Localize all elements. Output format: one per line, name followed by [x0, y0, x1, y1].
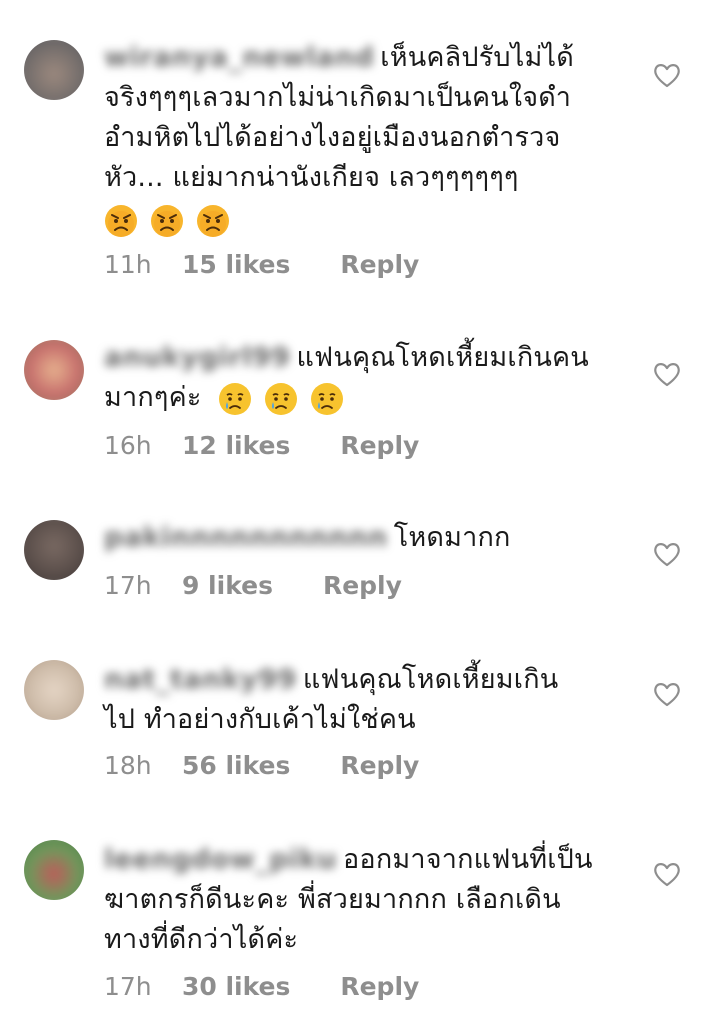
avatar[interactable]: [24, 520, 84, 580]
emoji-row: [218, 382, 344, 416]
reply-button[interactable]: Reply: [340, 751, 419, 780]
crying-face-icon: [265, 382, 298, 415]
comment-meta: 18h 56 likes Reply: [104, 751, 419, 780]
reply-button[interactable]: Reply: [340, 431, 419, 460]
likes-count[interactable]: 9 likes: [182, 571, 273, 600]
comment-time: 18h: [104, 751, 152, 780]
heart-outline-icon[interactable]: [653, 62, 681, 88]
comment-text: nat_tanky99 แฟนคุณโหดเหี้ยมเกิน ไป ทำอย่า…: [104, 660, 624, 740]
comment-text: wiranya_newland เห็นคลิปรับไม่ได้ จริงๆๆๆ…: [104, 38, 624, 238]
heart-outline-icon[interactable]: [653, 361, 681, 387]
comment-meta: 17h 9 likes Reply: [104, 571, 402, 600]
angry-face-icon: [151, 204, 183, 237]
comment-text: pakinnnnnnnnnnn โหดมากก: [104, 518, 624, 558]
comment-username[interactable]: wiranya_newland: [104, 38, 374, 78]
heart-outline-icon[interactable]: [653, 541, 681, 567]
likes-count[interactable]: 56 likes: [182, 751, 290, 780]
comment-meta: 17h 30 likes Reply: [104, 972, 419, 1001]
comment-text: anukygirl99 แฟนคุณโหดเหี้ยมเกินคน มากๆค่ะ: [104, 338, 624, 418]
avatar[interactable]: [24, 840, 84, 900]
reply-button[interactable]: Reply: [323, 571, 402, 600]
comment-username[interactable]: pakinnnnnnnnnnn: [104, 518, 388, 558]
comment-line: มากๆค่ะ: [104, 382, 202, 413]
heart-outline-icon[interactable]: [653, 861, 681, 887]
comment-line: อำมหิตไปได้อย่างไงอยู่เมืองนอกตำรวจ: [104, 122, 561, 153]
angry-face-icon: [197, 204, 229, 237]
comment-username[interactable]: nat_tanky99: [104, 660, 297, 700]
comment-time: 16h: [104, 431, 152, 460]
comment-line: แฟนคุณโหดเหี้ยมเกินคน: [296, 342, 589, 373]
emoji-row: [104, 204, 230, 238]
comment-line: ฆาตกรก็ดีนะคะ พี่สวยมากกก เลือกเดิน: [104, 884, 561, 915]
crying-face-icon: [311, 382, 344, 415]
comment-line: จริงๆๆๆเลวมากไม่น่าเกิดมาเป็นคนใจดำ: [104, 82, 572, 113]
reply-button[interactable]: Reply: [340, 972, 419, 1001]
comment-username[interactable]: anukygirl99: [104, 338, 290, 378]
comment-text: leengdow_piku ออกมาจากแฟนที่เป็น ฆาตกรก็ด…: [104, 840, 624, 960]
heart-outline-icon[interactable]: [653, 681, 681, 707]
comment-line: โหดมากก: [393, 522, 511, 553]
comment-line: แฟนคุณโหดเหี้ยมเกิน: [302, 664, 559, 695]
comment-meta: 16h 12 likes Reply: [104, 431, 419, 460]
comment-meta: 11h 15 likes Reply: [104, 250, 419, 279]
avatar[interactable]: [24, 660, 84, 720]
comment-line: ไป ทำอย่างกับเค้าไม่ใช่คน: [104, 704, 416, 735]
avatar[interactable]: [24, 340, 84, 400]
comment-time: 17h: [104, 571, 152, 600]
comment-time: 17h: [104, 972, 152, 1001]
comment-line: หัว... แย่มากน่านังเกียจ เลวๆๆๆๆๆๆ: [104, 162, 519, 193]
likes-count[interactable]: 12 likes: [182, 431, 290, 460]
likes-count[interactable]: 30 likes: [182, 972, 290, 1001]
avatar[interactable]: [24, 40, 84, 100]
crying-face-icon: [219, 382, 252, 415]
comment-line: เห็นคลิปรับไม่ได้: [380, 42, 575, 73]
comment-username[interactable]: leengdow_piku: [104, 840, 337, 880]
comment-time: 11h: [104, 250, 152, 279]
angry-face-icon: [105, 204, 137, 237]
comment-line: ออกมาจากแฟนที่เป็น: [343, 844, 593, 875]
comment-line: ทางที่ดีกว่าได้ค่ะ: [104, 924, 299, 955]
likes-count[interactable]: 15 likes: [182, 250, 290, 279]
reply-button[interactable]: Reply: [340, 250, 419, 279]
